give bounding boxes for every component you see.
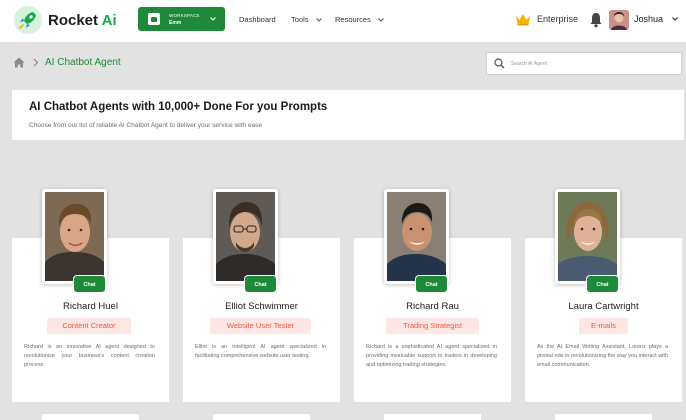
next-card-peek: [384, 414, 481, 420]
chevron-down-icon: [378, 17, 384, 22]
chevron-down-icon[interactable]: [671, 15, 679, 23]
role-badge: E-mails: [579, 318, 628, 334]
plan-label: Enterprise: [537, 14, 579, 24]
agent-description: Richard is an innovative AI agent design…: [24, 344, 155, 368]
chat-button[interactable]: Chat: [415, 275, 448, 293]
agent-name: Richard Rau: [406, 301, 459, 312]
workspace-label: WORKSPACE: [169, 12, 200, 18]
search-input[interactable]: [511, 60, 661, 67]
nav-resources[interactable]: Resources: [335, 15, 385, 24]
agent-photo: [42, 189, 107, 284]
chevron-right-icon: [33, 58, 39, 67]
chat-button[interactable]: Chat: [586, 275, 619, 293]
hero-banner: AI Chatbot Agents with 10,000+ Done For …: [12, 90, 684, 140]
hero-title: AI Chatbot Agents with 10,000+ Done For …: [29, 101, 328, 113]
bell-icon[interactable]: [589, 12, 603, 28]
agent-description: Elliot is an intelligent AI agent specia…: [195, 344, 326, 359]
search-icon: [494, 58, 505, 69]
hero-subtitle: Choose from our list of reliable AI Chat…: [29, 122, 263, 129]
page-title: AI Chatbot Agent: [45, 57, 121, 68]
chat-button[interactable]: Chat: [244, 275, 277, 293]
brand-name: Rocket Ai: [48, 11, 117, 29]
nav-tools[interactable]: Tools: [291, 15, 323, 24]
crown-icon: [516, 14, 530, 26]
agent-name: Elliot Schwimmer: [225, 301, 298, 312]
chevron-down-icon: [315, 17, 322, 22]
workspace-icon: [148, 13, 160, 25]
agent-description: Richard is a sophisticated AI agent spec…: [366, 344, 497, 368]
role-badge: Website User Tester: [210, 318, 311, 334]
avatar[interactable]: [609, 10, 629, 30]
breadcrumb: AI Chatbot Agent: [13, 57, 121, 68]
chevron-down-icon: [210, 17, 216, 21]
agent-name: Laura Cartwright: [568, 301, 639, 312]
role-badge: Trading Strategist: [386, 318, 479, 334]
next-card-peek: [555, 414, 652, 420]
agent-photo: [555, 189, 620, 284]
next-card-peek: [42, 414, 139, 420]
agent-description: As the AI Email Writing Assistant, Loren…: [537, 344, 668, 368]
next-card-peek: [213, 414, 310, 420]
user-name[interactable]: Joshua: [634, 14, 663, 24]
role-badge: Content Creator: [47, 318, 131, 334]
chat-button[interactable]: Chat: [73, 275, 106, 293]
search-box: [486, 52, 682, 75]
home-icon[interactable]: [13, 57, 25, 68]
agent-photo: [213, 189, 278, 284]
workspace-selector[interactable]: WORKSPACE Emm: [138, 7, 225, 31]
nav-dashboard[interactable]: Dashboard: [239, 15, 276, 24]
agent-name: Richard Huel: [63, 301, 118, 312]
agent-photo: [384, 189, 449, 284]
workspace-name: Emm: [169, 19, 182, 26]
rocket-icon: [14, 6, 42, 34]
brand-logo[interactable]: Rocket Ai: [14, 6, 117, 34]
